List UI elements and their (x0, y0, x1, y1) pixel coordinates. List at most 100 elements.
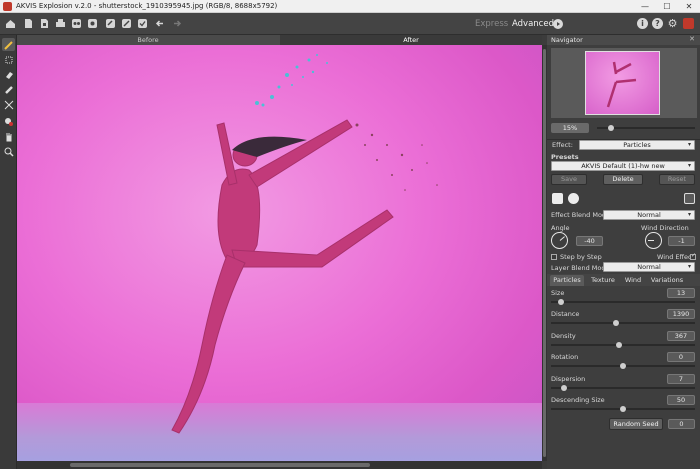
settings-panel: Navigator ✕ 15% Effect: Particles Preset… (547, 35, 700, 469)
param-value[interactable]: 7 (667, 374, 695, 384)
close-button[interactable]: ✕ (678, 0, 700, 13)
navigator-header: Navigator ✕ (547, 35, 700, 45)
param-label: Dispersion (551, 375, 586, 383)
param-value[interactable]: 0 (667, 352, 695, 362)
info-icon[interactable]: i (637, 18, 648, 29)
tab-variations[interactable]: Variations (646, 275, 688, 286)
random-seed-button[interactable]: Random Seed (609, 418, 663, 430)
param-value[interactable]: 367 (667, 331, 695, 341)
wind-effect-checkbox[interactable] (690, 252, 696, 260)
save-preset-button[interactable]: Save (551, 174, 587, 185)
before-after-tabs: Before After (17, 35, 542, 45)
param-slider-knob[interactable] (558, 299, 564, 305)
explosion-brush-icon[interactable] (2, 38, 15, 51)
image-canvas[interactable] (17, 45, 542, 461)
param-label: Distance (551, 310, 580, 318)
texture-icon[interactable] (568, 193, 579, 204)
minimize-button[interactable]: — (634, 0, 656, 13)
dancer-figure (171, 54, 438, 434)
help-icon[interactable]: ? (652, 18, 663, 29)
param-value[interactable]: 1390 (667, 309, 695, 319)
run-icon[interactable] (553, 19, 563, 29)
angle-value[interactable]: -40 (576, 236, 603, 246)
reset-preset-button[interactable]: Reset (659, 174, 695, 185)
horizontal-scrollbar[interactable] (17, 461, 542, 469)
tab-wind[interactable]: Wind (622, 275, 644, 286)
zoom-slider[interactable] (597, 125, 695, 131)
angle-label: Angle (551, 224, 570, 232)
param-slider-knob[interactable] (620, 406, 626, 412)
delete-preset-button[interactable]: Delete (603, 174, 643, 185)
param-slider-knob[interactable] (620, 363, 626, 369)
zoom-dropdown[interactable]: 15% (551, 123, 589, 133)
navigator-close-icon[interactable]: ✕ (689, 35, 695, 43)
param-slider-knob[interactable] (613, 320, 619, 326)
layer-blend-mode-select[interactable]: Normal (603, 262, 695, 272)
app-icon (3, 2, 12, 11)
share-icon[interactable] (70, 17, 83, 30)
param-slider[interactable] (551, 299, 695, 305)
print-icon[interactable] (54, 17, 67, 30)
param-value[interactable]: 13 (667, 288, 695, 298)
burst-icon[interactable] (684, 193, 695, 204)
direction-icon[interactable] (2, 98, 15, 111)
param-label: Descending Size (551, 396, 605, 404)
paste-icon[interactable] (552, 193, 563, 204)
hand-icon[interactable] (2, 130, 15, 143)
param-slider[interactable] (551, 342, 695, 348)
param-slider[interactable] (551, 406, 695, 412)
layer-blend-mode-label: Layer Blend Mode (551, 264, 610, 272)
wind-direction-value[interactable]: -1 (668, 236, 695, 246)
apply-icon[interactable] (136, 17, 149, 30)
param-label: Size (551, 289, 565, 297)
step-by-step-label: Step by Step (560, 253, 602, 261)
left-tool-palette (0, 35, 17, 469)
param-slider-knob[interactable] (616, 342, 622, 348)
express-mode-button[interactable]: Express (475, 18, 508, 30)
effect-blend-mode-select[interactable]: Normal (603, 210, 695, 220)
selection-lasso-icon[interactable] (2, 53, 15, 66)
open-file-icon[interactable] (22, 17, 35, 30)
title-bar: AKVIS Explosion v.2.0 - shutterstock_191… (0, 0, 700, 13)
save-file-icon[interactable] (38, 17, 51, 30)
angle-dial[interactable] (551, 232, 568, 249)
eraser-icon[interactable] (2, 68, 15, 81)
navigator-preview[interactable] (551, 48, 697, 118)
redo-icon[interactable] (170, 17, 183, 30)
tab-after[interactable]: After (280, 35, 542, 45)
param-value[interactable]: 50 (667, 395, 695, 405)
random-seed-value[interactable]: 0 (668, 419, 695, 429)
wind-direction-label: Wind Direction (641, 224, 689, 232)
undo-icon[interactable] (154, 17, 167, 30)
effect-blend-mode-label: Effect Blend Mode (551, 211, 611, 219)
step-by-step-checkbox[interactable] (551, 254, 557, 260)
param-slider[interactable] (551, 363, 695, 369)
wind-direction-dial[interactable] (645, 232, 662, 249)
batch-icon[interactable] (86, 17, 99, 30)
maximize-button[interactable]: ☐ (656, 0, 678, 13)
tab-texture[interactable]: Texture (586, 275, 620, 286)
parameter-tabs: Particles Texture Wind Variations (547, 274, 700, 286)
tab-before[interactable]: Before (17, 35, 279, 45)
presets-select[interactable]: AKVIS Default (1)-hw new (551, 161, 695, 171)
zoom-icon[interactable] (2, 145, 15, 158)
effect-select[interactable]: Particles (579, 140, 695, 150)
window-title: AKVIS Explosion v.2.0 - shutterstock_191… (16, 2, 278, 10)
param-slider[interactable] (551, 320, 695, 326)
main-toolbar: Express Advanced i ? ⚙ (0, 13, 700, 35)
color-picker-icon[interactable] (2, 115, 15, 128)
tube-icon[interactable] (2, 83, 15, 96)
param-label: Rotation (551, 353, 579, 361)
akvis-logo-icon[interactable] (683, 18, 694, 29)
zoom-slider-knob[interactable] (608, 125, 614, 131)
navigator-title: Navigator (551, 36, 583, 44)
preferences-icon[interactable] (104, 17, 117, 30)
home-icon[interactable] (4, 17, 17, 30)
advanced-mode-button[interactable]: Advanced (512, 18, 554, 30)
param-slider[interactable] (551, 385, 695, 391)
param-slider-knob[interactable] (561, 385, 567, 391)
settings-icon[interactable]: ⚙ (667, 18, 678, 29)
tab-particles[interactable]: Particles (550, 275, 584, 286)
navigator-thumbnail[interactable] (585, 51, 660, 115)
brush-tool-icon[interactable] (120, 17, 133, 30)
